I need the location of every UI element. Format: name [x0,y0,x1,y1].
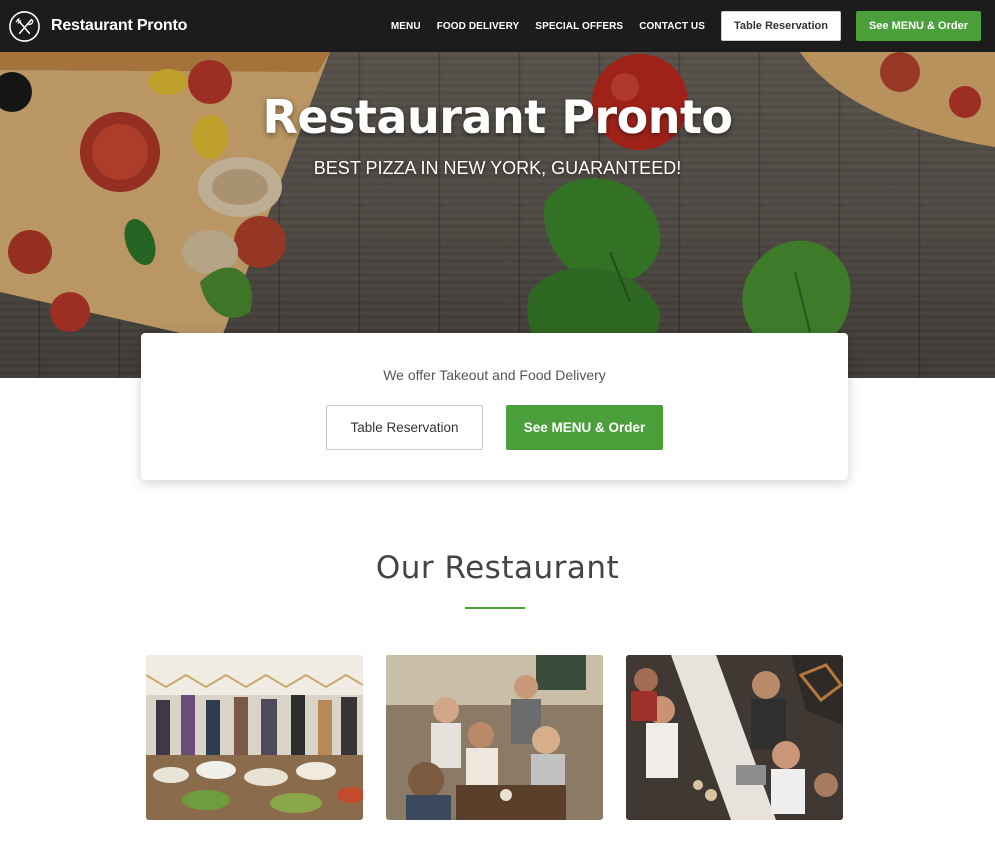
see-menu-order-button[interactable]: See MENU & Order [506,405,663,450]
brand-name: Restaurant Pronto [51,17,188,34]
restaurant-photo-kitchen[interactable] [626,655,843,820]
hero-subtitle: BEST PIZZA IN NEW YORK, GUARANTEED! [313,158,682,178]
top-navbar: Restaurant Pronto MENU FOOD DELIVERY SPE… [0,0,995,52]
hero-title: Restaurant Pronto [262,90,733,144]
brand[interactable]: Restaurant Pronto [8,10,187,43]
restaurant-photo-diners[interactable] [386,655,603,820]
nav-link-menu[interactable]: MENU [391,21,421,32]
cta-card: We offer Takeout and Food Delivery Table… [141,333,848,480]
table-reservation-button[interactable]: Table Reservation [326,405,483,450]
main-nav: MENU FOOD DELIVERY SPECIAL OFFERS CONTAC… [391,11,981,41]
fork-knife-icon [9,10,40,42]
nav-see-menu-order-button[interactable]: See MENU & Order [855,11,981,41]
hero-banner: Restaurant Pronto BEST PIZZA IN NEW YORK… [0,52,995,378]
restaurant-photo-buffet[interactable] [146,655,363,820]
kitchen-photo-image [626,655,843,820]
buffet-photo-image [146,655,363,820]
cta-text: We offer Takeout and Food Delivery [383,367,606,383]
nav-link-special-offers[interactable]: SPECIAL OFFERS [535,21,623,32]
section-divider [465,607,525,609]
nav-table-reservation-button[interactable]: Table Reservation [721,11,841,41]
nav-link-contact-us[interactable]: CONTACT US [639,21,705,32]
section-title: Our Restaurant [375,550,620,586]
nav-link-food-delivery[interactable]: FOOD DELIVERY [437,21,520,32]
diners-photo-image [386,655,603,820]
